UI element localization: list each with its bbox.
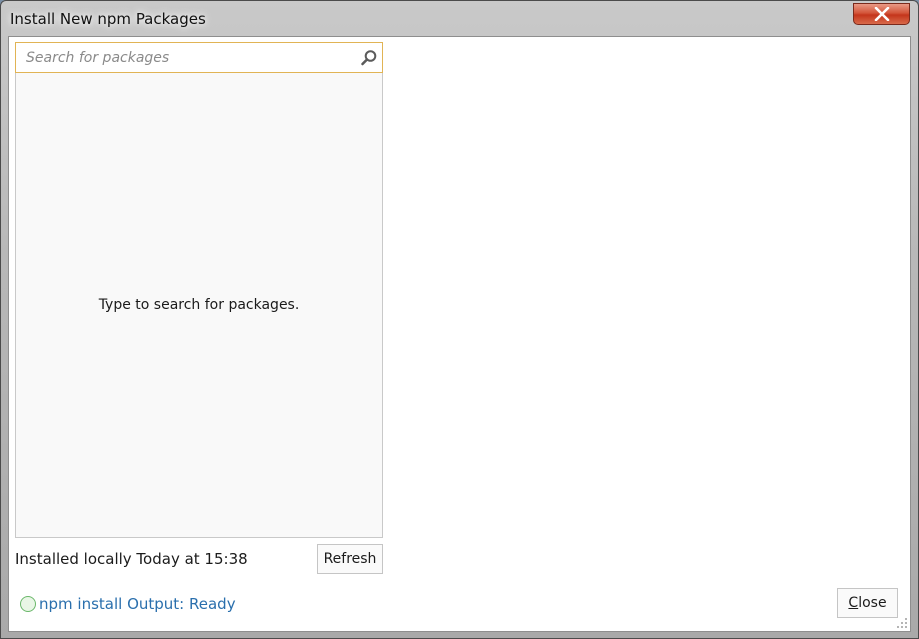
search-icon[interactable] bbox=[360, 49, 378, 71]
dialog-content: Type to search for packages. Installed l… bbox=[8, 36, 911, 632]
title-bar[interactable]: Install New npm Packages bbox=[1, 1, 918, 37]
empty-results-message: Type to search for packages. bbox=[98, 297, 300, 313]
package-results-list: Type to search for packages. bbox=[15, 73, 383, 538]
search-box bbox=[15, 42, 383, 73]
status-ring-icon bbox=[20, 596, 36, 612]
installed-status-label: Installed locally Today at 15:38 bbox=[15, 550, 248, 568]
npm-output-status: npm install Output: Ready bbox=[39, 595, 236, 613]
close-accelerator: C bbox=[848, 595, 859, 611]
close-label-rest: lose bbox=[858, 595, 887, 611]
window-title: Install New npm Packages bbox=[10, 10, 206, 28]
npm-output-link[interactable]: npm install Output: Ready bbox=[20, 594, 236, 614]
close-button[interactable]: Close bbox=[837, 588, 898, 618]
refresh-button[interactable]: Refresh bbox=[317, 544, 383, 574]
resize-grip-icon[interactable] bbox=[896, 617, 908, 629]
window-close-button[interactable] bbox=[853, 3, 910, 25]
search-input[interactable] bbox=[16, 43, 346, 72]
close-icon bbox=[874, 7, 890, 21]
install-packages-dialog: Install New npm Packages Type to search … bbox=[0, 0, 919, 639]
